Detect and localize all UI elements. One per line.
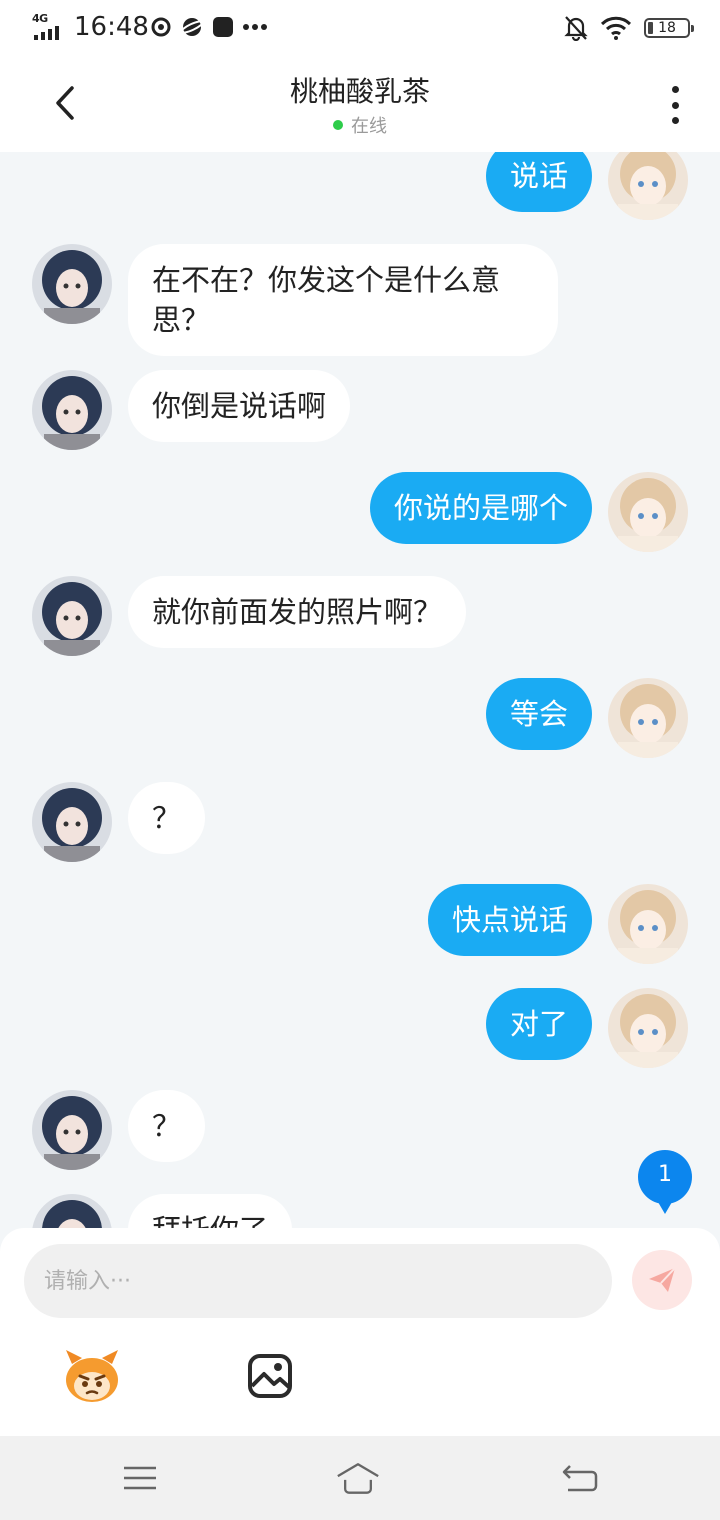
my-avatar[interactable] bbox=[608, 152, 688, 220]
chat-header: 桃柚酸乳茶 在线 bbox=[0, 56, 720, 152]
my-avatar[interactable] bbox=[608, 472, 688, 552]
image-button[interactable] bbox=[246, 1352, 294, 1400]
mute-bell-icon bbox=[564, 16, 588, 41]
message-bubble[interactable]: 快点说话 bbox=[427, 884, 592, 956]
message-input[interactable] bbox=[24, 1244, 612, 1318]
more-notifications-icon bbox=[243, 24, 267, 30]
nav-home-button[interactable] bbox=[336, 1458, 380, 1498]
message-bubble[interactable]: 就你前面发的照片啊？ bbox=[128, 576, 467, 648]
menu-icon bbox=[124, 1466, 156, 1490]
message-bubble[interactable]: 等会 bbox=[485, 678, 592, 750]
back-arrow-icon bbox=[562, 1465, 598, 1492]
my-avatar[interactable] bbox=[608, 988, 688, 1068]
nav-menu-button[interactable] bbox=[118, 1458, 162, 1498]
planet-icon bbox=[180, 18, 204, 36]
my-avatar[interactable] bbox=[608, 884, 688, 964]
home-icon bbox=[337, 1463, 379, 1494]
message-bubble[interactable]: 对了 bbox=[485, 988, 592, 1060]
contact-name: 桃柚酸乳茶 bbox=[289, 75, 430, 108]
contact-avatar[interactable] bbox=[32, 1090, 112, 1170]
nav-back-button[interactable] bbox=[558, 1458, 602, 1498]
notification-app-icon bbox=[151, 17, 171, 37]
contact-avatar[interactable] bbox=[32, 370, 112, 450]
contact-avatar[interactable] bbox=[32, 576, 112, 656]
chat-message-list[interactable]: 说话 在不在？你发这个是什么意思？ 你倒是说话啊 你说的是哪个 就你前面发的照片… bbox=[0, 152, 720, 1228]
cellular-signal-icon: 4G bbox=[32, 12, 66, 42]
online-dot bbox=[333, 120, 343, 130]
battery-level: 18 bbox=[658, 20, 676, 36]
send-button[interactable] bbox=[632, 1250, 692, 1310]
contact-avatar[interactable] bbox=[32, 1194, 112, 1228]
online-status: 在线 bbox=[0, 112, 720, 138]
more-options-button[interactable] bbox=[660, 82, 690, 128]
network-type-label: 4G bbox=[32, 12, 48, 25]
battery-icon: 18 bbox=[644, 18, 694, 38]
message-bubble[interactable]: 拜托你了 bbox=[128, 1194, 293, 1228]
message-bubble[interactable]: 你倒是说话啊 bbox=[128, 370, 351, 442]
message-bubble[interactable]: ？ bbox=[128, 782, 206, 854]
paper-plane-icon bbox=[649, 1267, 676, 1292]
message-bubble[interactable]: 说话 bbox=[485, 152, 592, 212]
wifi-icon bbox=[600, 16, 632, 40]
message-bubble[interactable]: 你说的是哪个 bbox=[369, 472, 592, 544]
message-bubble[interactable]: 在不在？你发这个是什么意思？ bbox=[128, 244, 558, 356]
my-avatar[interactable] bbox=[608, 678, 688, 758]
mascot-emoji-icon bbox=[66, 1350, 118, 1402]
status-time: 16:48 bbox=[74, 12, 149, 42]
unread-count-badge[interactable]: 1 bbox=[638, 1150, 692, 1214]
image-icon bbox=[248, 1354, 292, 1398]
online-status-label: 在线 bbox=[351, 116, 387, 137]
contact-avatar[interactable] bbox=[32, 244, 112, 324]
input-panel bbox=[0, 1228, 720, 1436]
contact-avatar[interactable] bbox=[32, 782, 112, 862]
more-vertical-icon bbox=[671, 86, 679, 93]
emoji-button[interactable] bbox=[60, 1346, 124, 1406]
status-bar: 4G 16:48 18 bbox=[0, 0, 720, 56]
message-bubble[interactable]: ？ bbox=[128, 1090, 206, 1162]
system-nav-bar bbox=[0, 1436, 720, 1520]
app-square-icon bbox=[213, 17, 233, 37]
